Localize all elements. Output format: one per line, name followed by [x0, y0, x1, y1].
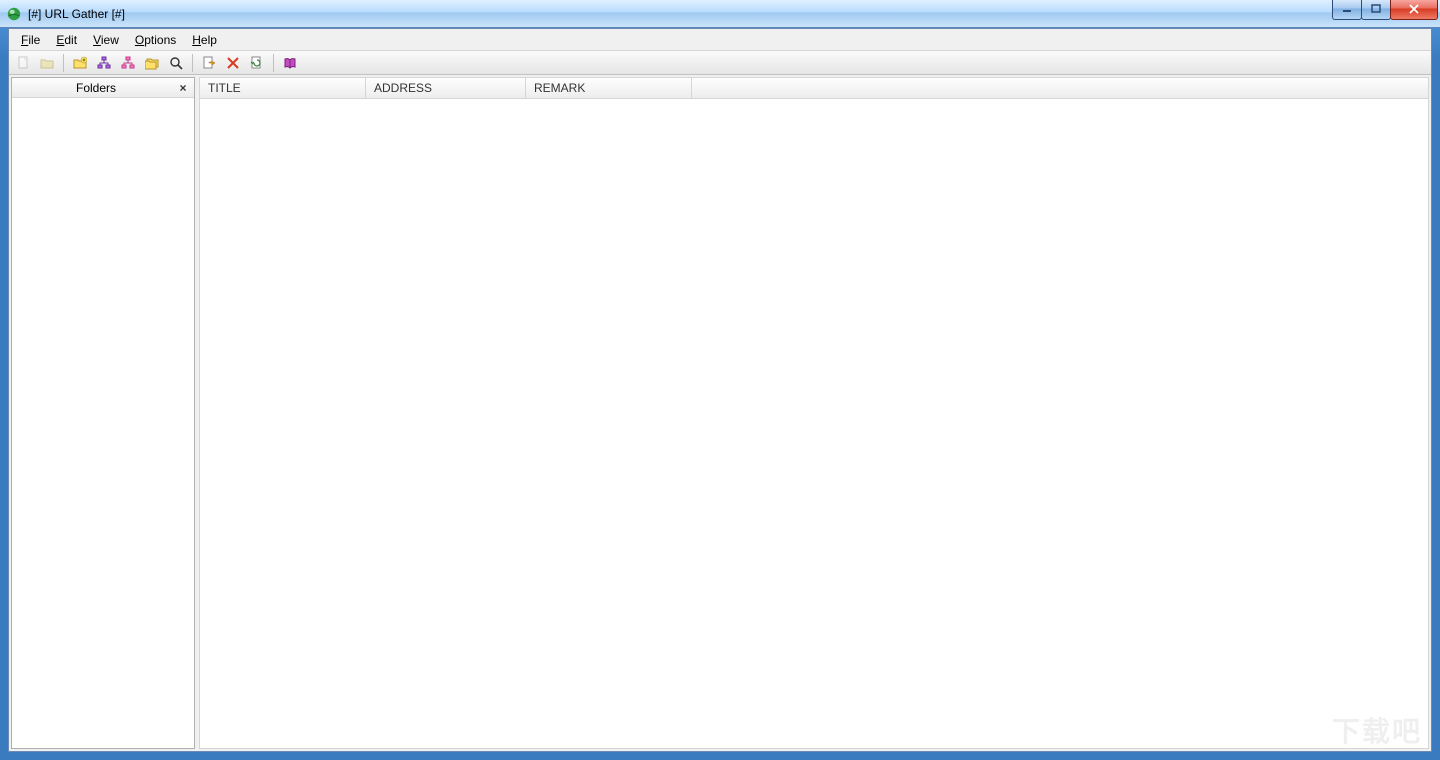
menu-help[interactable]: Help — [184, 31, 225, 49]
menu-view[interactable]: View — [85, 31, 127, 49]
column-headers: TITLE ADDRESS REMARK — [200, 78, 1428, 99]
multi-folder-icon[interactable] — [141, 52, 163, 74]
new-folder-icon[interactable] — [69, 52, 91, 74]
url-list-body[interactable] — [200, 99, 1428, 748]
toolbar-separator — [273, 54, 274, 72]
client-area: File Edit View Options Help — [8, 28, 1432, 752]
close-button[interactable] — [1390, 0, 1438, 20]
maximize-button[interactable] — [1361, 0, 1391, 20]
toolbar-separator — [63, 54, 64, 72]
folder-plain-icon[interactable] — [36, 52, 58, 74]
app-icon — [6, 6, 22, 22]
url-list-panel: TITLE ADDRESS REMARK — [199, 77, 1429, 749]
tree-pink-icon[interactable] — [117, 52, 139, 74]
menu-edit[interactable]: Edit — [48, 31, 85, 49]
column-header-empty[interactable] — [692, 78, 1428, 98]
page-refresh-icon[interactable] — [246, 52, 268, 74]
folders-panel-header: Folders × — [12, 78, 194, 98]
column-header-remark[interactable]: REMARK — [526, 78, 692, 98]
window-title: [#] URL Gather [#] — [28, 7, 125, 21]
search-icon[interactable] — [165, 52, 187, 74]
book-icon[interactable] — [279, 52, 301, 74]
tree-violet-icon[interactable] — [93, 52, 115, 74]
app-window: [#] URL Gather [#] File Edit View Option… — [0, 0, 1440, 760]
folders-panel-title: Folders — [16, 81, 176, 95]
titlebar[interactable]: [#] URL Gather [#] — [0, 0, 1440, 28]
minimize-button[interactable] — [1332, 0, 1362, 20]
menu-file[interactable]: File — [13, 31, 48, 49]
menu-options[interactable]: Options — [127, 31, 184, 49]
toolbar-separator — [192, 54, 193, 72]
menubar: File Edit View Options Help — [9, 29, 1431, 51]
folders-panel-close-icon[interactable]: × — [176, 81, 190, 95]
workspace: Folders × TITLE ADDRESS REMARK — [9, 75, 1431, 751]
toolbar — [9, 51, 1431, 75]
folders-panel: Folders × — [11, 77, 195, 749]
column-header-address[interactable]: ADDRESS — [366, 78, 526, 98]
export-doc-icon[interactable] — [198, 52, 220, 74]
new-file-icon[interactable] — [12, 52, 34, 74]
folders-tree[interactable] — [12, 98, 194, 748]
column-header-title[interactable]: TITLE — [200, 78, 366, 98]
delete-icon[interactable] — [222, 52, 244, 74]
window-controls — [1333, 0, 1438, 20]
